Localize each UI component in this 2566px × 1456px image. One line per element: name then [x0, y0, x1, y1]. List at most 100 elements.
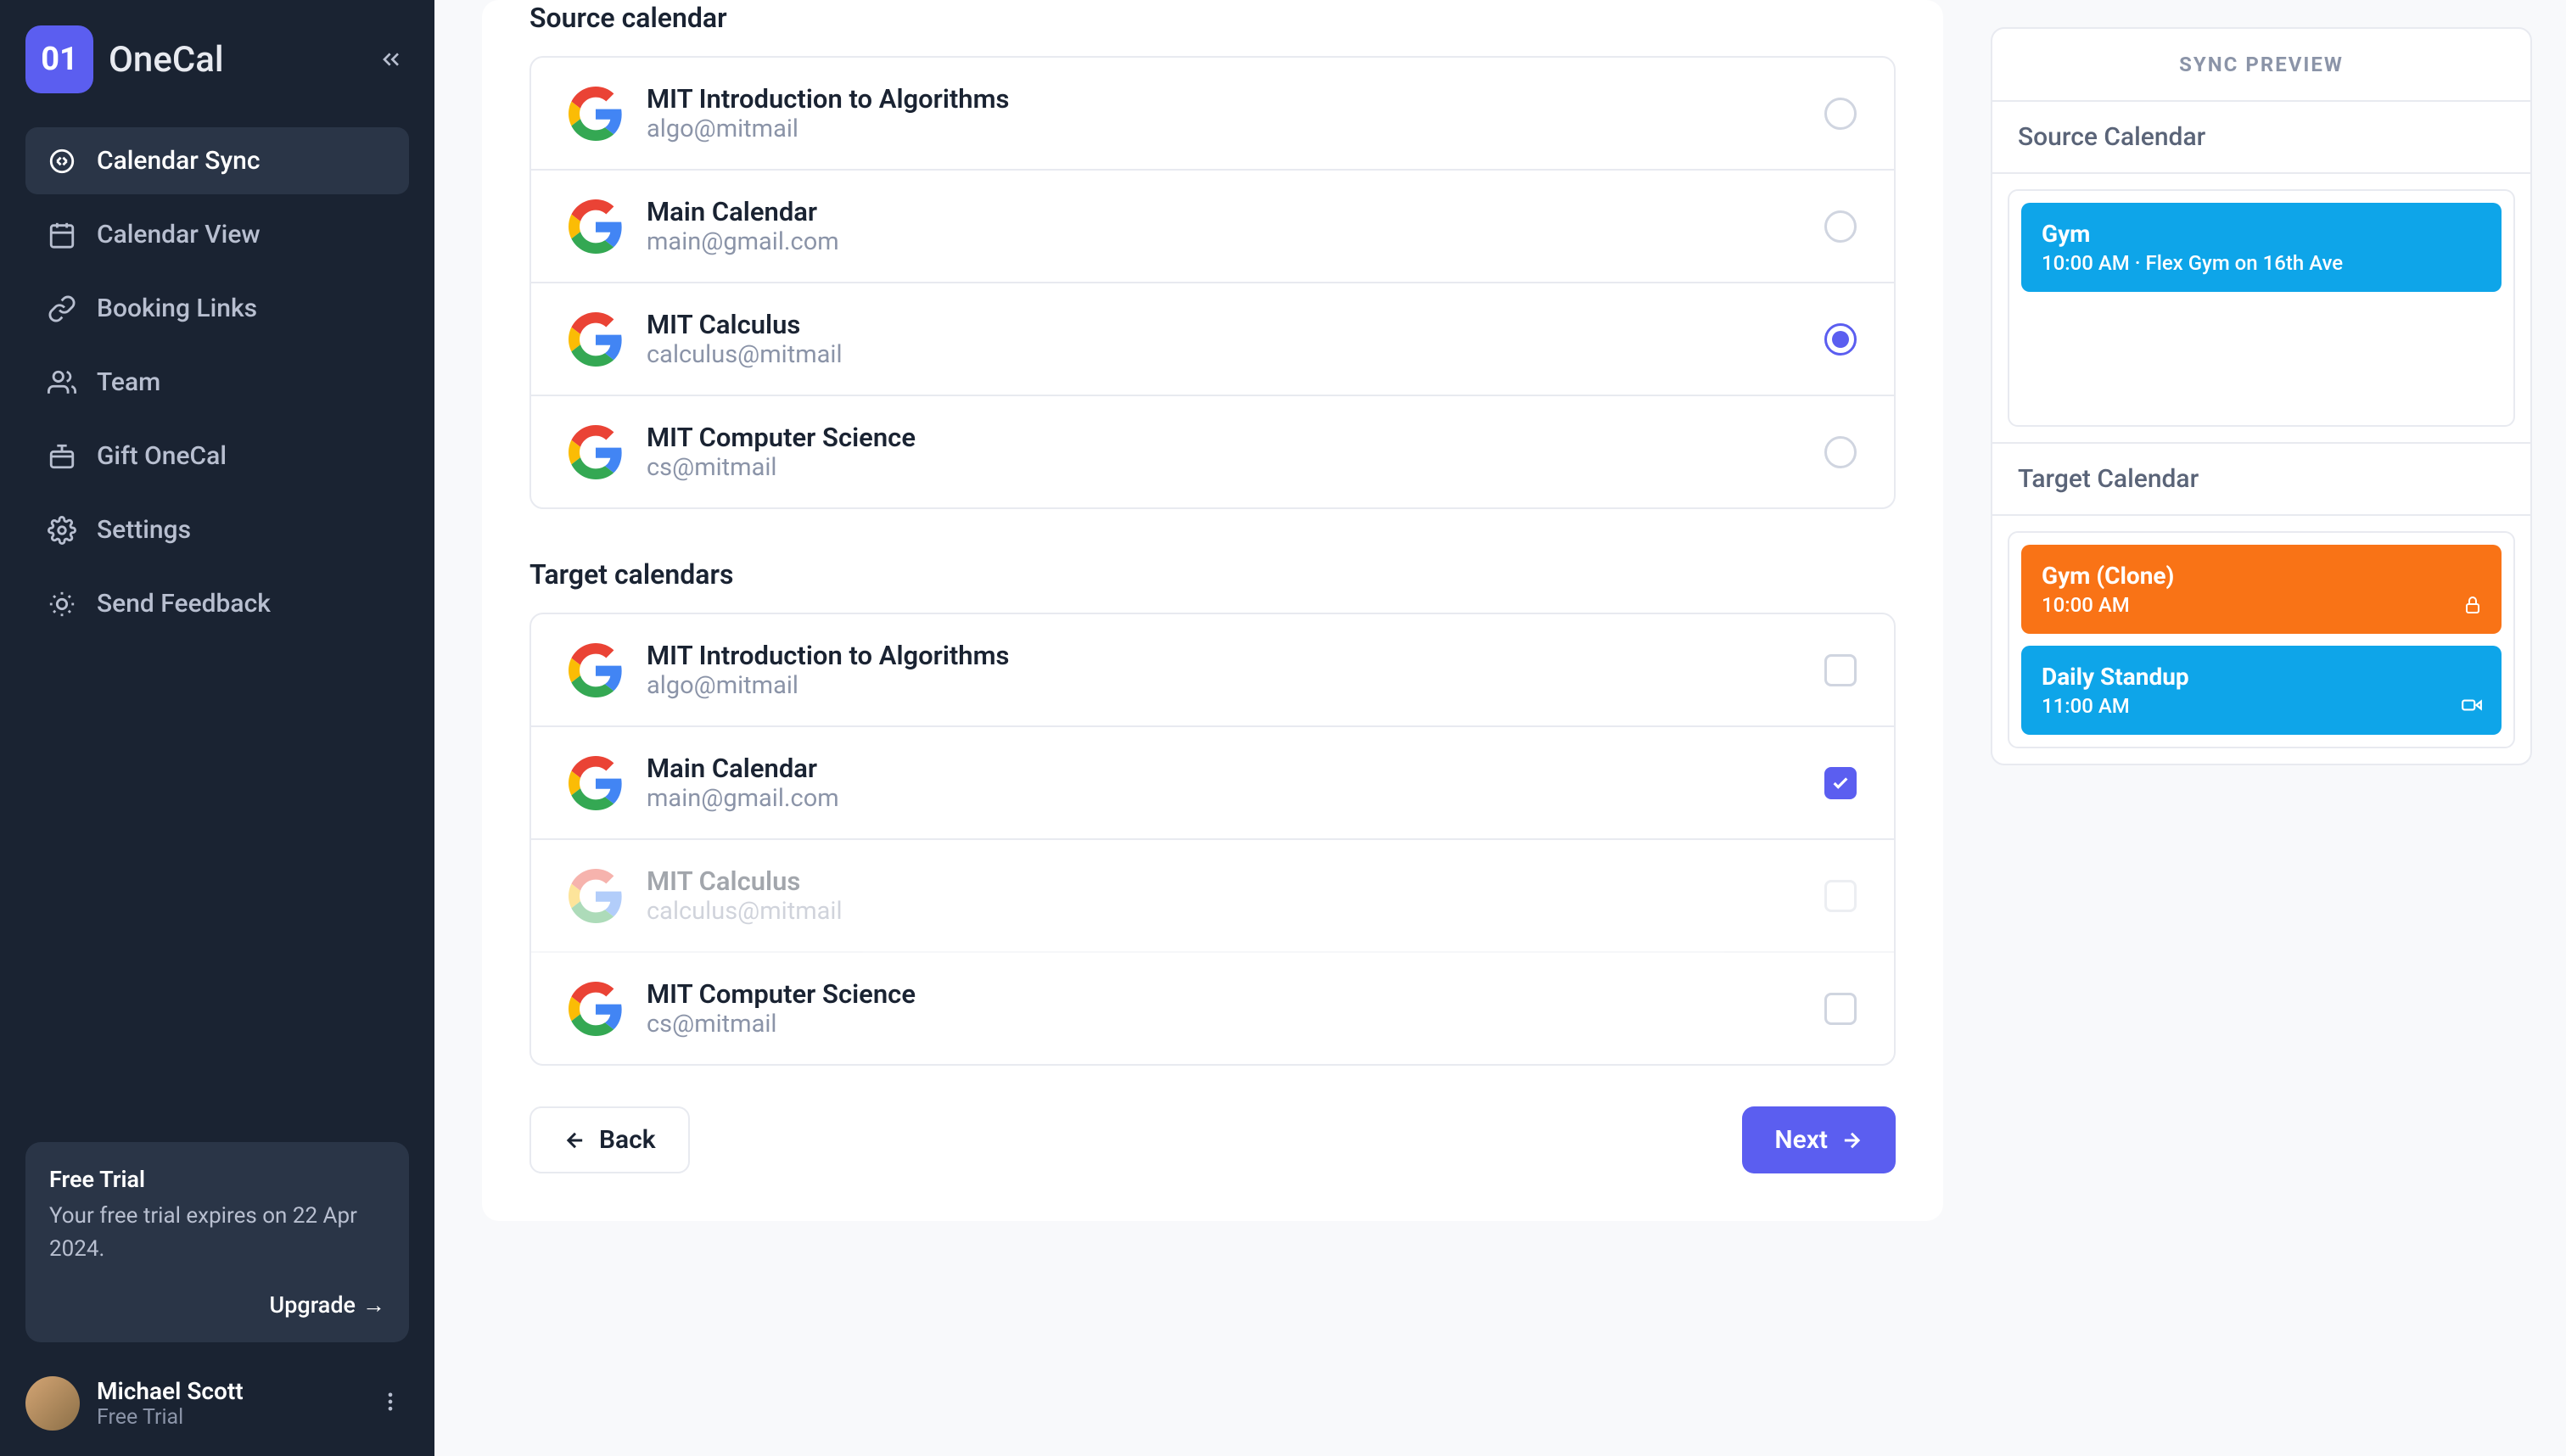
back-label: Back [599, 1125, 656, 1155]
event-time: 10:00 AM · Flex Gym on 16th Ave [2042, 251, 2481, 275]
dots-vertical-icon [378, 1390, 402, 1414]
nav-label: Calendar Sync [97, 146, 261, 176]
collapse-sidebar-button[interactable] [373, 42, 409, 77]
google-icon [569, 87, 623, 141]
button-row: Back Next [529, 1106, 1896, 1173]
nav-item-settings[interactable]: Settings [25, 496, 409, 563]
calendar-row[interactable]: Main Calendarmain@gmail.com [531, 171, 1894, 283]
sync-panel: Source calendar MIT Introduction to Algo… [482, 0, 1943, 1221]
event-time: 11:00 AM [2042, 694, 2481, 718]
calendar-row[interactable]: MIT Computer Sciencecs@mitmail [531, 396, 1894, 507]
nav-icon [48, 516, 76, 545]
google-icon [569, 425, 623, 479]
checkbox[interactable] [1824, 767, 1857, 799]
checkbox[interactable] [1824, 654, 1857, 686]
back-button[interactable]: Back [529, 1106, 690, 1173]
calendar-info: Main Calendarmain@gmail.com [647, 753, 1801, 813]
calendar-row[interactable]: MIT Computer Sciencecs@mitmail [531, 953, 1894, 1064]
upgrade-label: Upgrade [270, 1291, 356, 1319]
arrow-left-icon [563, 1128, 587, 1152]
radio[interactable] [1824, 210, 1857, 243]
arrow-right-icon [1840, 1128, 1863, 1152]
event-title: Gym (Clone) [2042, 562, 2481, 590]
sidebar-bottom: Free Trial Your free trial expires on 22… [25, 1142, 409, 1431]
calendar-name: MIT Introduction to Algorithms [647, 640, 1801, 671]
logo-text: OneCal [109, 39, 224, 81]
preview-target-body: Gym (Clone)10:00 AMDaily Standup11:00 AM [1992, 516, 2530, 764]
google-icon [569, 756, 623, 810]
lock-icon [2462, 595, 2483, 619]
user-info: Michael Scott Free Trial [97, 1377, 355, 1430]
trial-text: Your free trial expires on 22 Apr 2024. [49, 1200, 385, 1266]
calendar-row[interactable]: Main Calendarmain@gmail.com [531, 727, 1894, 840]
calendar-name: MIT Introduction to Algorithms [647, 83, 1801, 115]
nav-icon [48, 368, 76, 397]
calendar-info: MIT Introduction to Algorithmsalgo@mitma… [647, 640, 1801, 700]
calendar-info: MIT Introduction to Algorithmsalgo@mitma… [647, 83, 1801, 143]
calendar-email: main@gmail.com [647, 227, 1801, 256]
nav-item-calendar-sync[interactable]: Calendar Sync [25, 127, 409, 194]
preview-pane: SYNC PREVIEW Source Calendar Gym10:00 AM… [1991, 0, 2566, 1456]
nav-label: Team [97, 367, 160, 397]
next-button[interactable]: Next [1742, 1106, 1896, 1173]
avatar[interactable] [25, 1376, 80, 1431]
google-icon [569, 643, 623, 697]
nav-item-team[interactable]: Team [25, 349, 409, 416]
nav-label: Send Feedback [97, 589, 271, 619]
calendar-email: algo@mitmail [647, 115, 1801, 143]
nav-item-send-feedback[interactable]: Send Feedback [25, 570, 409, 637]
radio[interactable] [1824, 98, 1857, 130]
calendar-email: calculus@mitmail [647, 340, 1801, 369]
nav-item-calendar-view[interactable]: Calendar View [25, 201, 409, 268]
user-plan: Free Trial [97, 1405, 355, 1430]
preview-target-inner: Gym (Clone)10:00 AMDaily Standup11:00 AM [2008, 531, 2515, 748]
checkbox[interactable] [1824, 993, 1857, 1025]
nav-label: Gift OneCal [97, 441, 227, 471]
radio[interactable] [1824, 436, 1857, 468]
preview-event: Gym10:00 AM · Flex Gym on 16th Ave [2021, 203, 2502, 292]
checkbox [1824, 880, 1857, 912]
source-calendar-list: MIT Introduction to Algorithmsalgo@mitma… [529, 56, 1896, 509]
calendar-info: MIT Calculuscalculus@mitmail [647, 309, 1801, 369]
calendar-row[interactable]: MIT Calculuscalculus@mitmail [531, 283, 1894, 396]
nav-label: Settings [97, 515, 191, 545]
user-name: Michael Scott [97, 1377, 355, 1405]
nav-icon [48, 221, 76, 249]
logo-badge: 01 [25, 25, 93, 93]
upgrade-link[interactable]: Upgrade → [49, 1291, 385, 1319]
calendar-info: MIT Computer Sciencecs@mitmail [647, 422, 1801, 482]
calendar-name: Main Calendar [647, 753, 1801, 784]
next-label: Next [1774, 1125, 1828, 1155]
video-icon [2461, 694, 2483, 720]
nav-item-gift-onecal[interactable]: Gift OneCal [25, 423, 409, 490]
preview-card: SYNC PREVIEW Source Calendar Gym10:00 AM… [1991, 27, 2532, 765]
chevron-double-left-icon [378, 46, 405, 73]
target-calendar-list: MIT Introduction to Algorithmsalgo@mitma… [529, 613, 1896, 1066]
nav-icon [48, 442, 76, 471]
logo[interactable]: 01 OneCal [25, 25, 224, 93]
calendar-name: MIT Calculus [647, 865, 1801, 897]
nav-icon [48, 294, 76, 323]
preview-title: SYNC PREVIEW [1992, 29, 2530, 102]
nav-icon [48, 590, 76, 619]
calendar-info: MIT Calculuscalculus@mitmail [647, 865, 1801, 926]
user-menu-button[interactable] [372, 1383, 409, 1424]
google-icon [569, 199, 623, 254]
nav-item-booking-links[interactable]: Booking Links [25, 275, 409, 342]
source-header: Source calendar [529, 0, 1896, 56]
main-content: Source calendar MIT Introduction to Algo… [434, 0, 1991, 1456]
preview-source-inner: Gym10:00 AM · Flex Gym on 16th Ave [2008, 189, 2515, 427]
calendar-email: main@gmail.com [647, 784, 1801, 813]
trial-title: Free Trial [49, 1166, 385, 1193]
radio[interactable] [1824, 323, 1857, 356]
calendar-name: MIT Computer Science [647, 422, 1801, 453]
preview-target-header: Target Calendar [1992, 442, 2530, 516]
google-icon [569, 869, 623, 923]
preview-source-body: Gym10:00 AM · Flex Gym on 16th Ave [1992, 174, 2530, 442]
calendar-row[interactable]: MIT Introduction to Algorithmsalgo@mitma… [531, 614, 1894, 727]
calendar-row: MIT Calculuscalculus@mitmail [531, 840, 1894, 953]
arrow-right-icon: → [362, 1291, 385, 1319]
calendar-info: Main Calendarmain@gmail.com [647, 196, 1801, 256]
target-header: Target calendars [529, 557, 1896, 613]
calendar-row[interactable]: MIT Introduction to Algorithmsalgo@mitma… [531, 58, 1894, 171]
